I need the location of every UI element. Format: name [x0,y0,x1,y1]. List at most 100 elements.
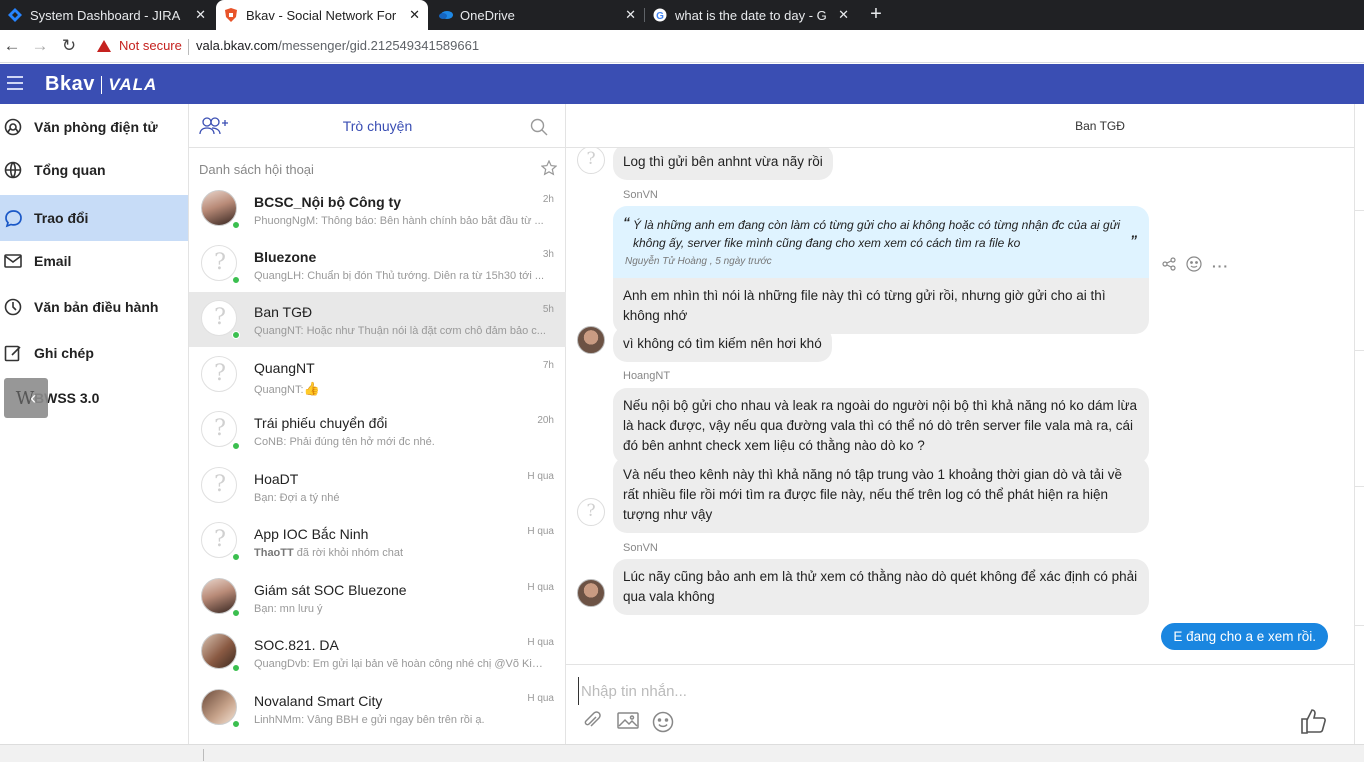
tab-title: Bkav - Social Network For [246,7,397,23]
conversation-item[interactable]: ? QuangNT 7h QuangNT:👍 [189,348,566,403]
bkav-shield-icon [224,8,238,22]
nav-label: Trao đổi [34,210,89,226]
more-icon[interactable]: ··· [1212,258,1229,274]
security-indicator[interactable]: Not secure [97,38,182,53]
conversation-preview: CoNB: Phải đúng tên hở mới đc nhé. [254,436,435,448]
emoji-react-icon[interactable] [1186,256,1202,275]
conversation-item[interactable]: ? HoaDT H qua Bạn: Đợi a tý nhé [189,459,566,514]
note-icon [3,343,23,363]
message-composer [566,664,1354,744]
collapse-sidebar-button[interactable]: W ‹ [4,378,48,418]
mail-icon [3,251,23,271]
conversation-preview: Bạn: mn lưu ý [254,603,323,615]
conversation-time: H qua [527,526,554,537]
share-icon[interactable] [1162,257,1176,274]
reload-icon[interactable]: ↻ [58,35,80,57]
conversation-item[interactable]: ? App IOC Bắc Ninh H qua ThaoTT đã rời k… [189,514,566,569]
browser-tabbar: System Dashboard - JIRA ✕ Bkav - Social … [0,0,1364,30]
conversation-time: 5h [542,304,554,315]
jira-icon [8,8,22,22]
tab-jira[interactable]: System Dashboard - JIRA ✕ [0,0,214,30]
sender-avatar [577,326,605,354]
online-dot [232,276,240,284]
conversation-item[interactable]: Giám sát SOC Bluezone H qua Bạn: mn lưu … [189,570,566,625]
logo-sub: VALA [108,74,158,94]
quote-close-icon: ” [1130,232,1137,248]
conversation-item[interactable]: ? Bluezone 3h QuangLH: Chuẩn bị đón Thủ … [189,237,566,292]
nav-item-ghi-chep[interactable]: Ghi chép [0,330,188,376]
url-divider [188,39,189,55]
conversation-item[interactable]: Novaland Smart City H qua LinhNMm: Vâng … [189,681,566,736]
status-bar [0,744,1364,762]
conversation-name: Novaland Smart City [254,693,383,709]
conversation-name: HoaDT [254,471,299,487]
close-icon[interactable]: ✕ [195,7,206,23]
conversation-item[interactable]: SOC.821. DA H qua QuangDvb: Em gửi lại b… [189,625,566,680]
nav-label: Tổng quan [34,162,106,178]
conversation-name: QuangNT [254,360,315,376]
quoted-message[interactable]: “ Ý là những anh em đang còn làm có từng… [613,206,1149,278]
star-icon[interactable] [540,159,558,181]
app-header: Bkav VALA [0,64,1364,104]
conversation-preview: QuangNT:👍 [254,381,546,397]
new-tab-button[interactable]: + [866,0,886,30]
conversation-item[interactable]: BCSC_Nội bộ Công ty 2h PhuongNgM: Thông … [189,182,566,237]
conversation-name: Bluezone [254,249,317,265]
conversation-name: Trái phiếu chuyển đổi [254,415,388,431]
nav-label: Văn phòng điện tử [34,119,158,135]
tab-onedrive[interactable]: OneDrive ✕ [430,0,644,30]
url-field[interactable]: vala.bkav.com/messenger/gid.212549341589… [196,38,479,53]
document-icon [3,297,23,317]
message-actions: ··· [1162,256,1229,275]
avatar [201,689,237,725]
conversation-name: App IOC Bắc Ninh [254,526,369,542]
nav-item-van-phong[interactable]: Văn phòng điện tử [0,104,188,150]
nav-item-trao-doi[interactable]: Trao đổi [0,195,188,241]
conversation-name: Ban TGĐ [254,304,313,320]
nav-label: Văn bản điều hành [34,299,159,315]
conversation-item-selected[interactable]: ? Ban TGĐ 5h QuangNT: Hoặc như Thuận nói… [189,292,566,347]
close-icon[interactable]: ✕ [625,7,636,23]
image-icon[interactable] [617,711,639,733]
online-dot [232,720,240,728]
tab-bkav[interactable]: Bkav - Social Network For ✕ [216,0,428,30]
conversation-item[interactable]: ? Trái phiếu chuyển đổi 20h CoNB: Phải đ… [189,403,566,458]
nav-item-tong-quan[interactable]: Tổng quan [0,147,188,193]
thumbs-up-icon: 👍 [303,381,320,396]
online-dot [232,609,240,617]
nav-item-email[interactable]: Email [0,238,188,284]
app-logo[interactable]: Bkav VALA [45,73,157,96]
message-sender: SonVN [623,542,658,554]
sender-avatar: ? [577,148,605,174]
avatar: ? [201,522,237,558]
address-bar: ← → ↻ Not secure vala.bkav.com/messenger… [0,30,1364,63]
chat-header: Ban TGĐ [566,104,1354,148]
back-arrow-icon[interactable]: ← [1,35,23,57]
google-icon: G [653,8,667,22]
chevron-left-icon: ‹ [30,387,37,408]
message-bubble: Và nếu theo kênh này thì khả năng nó tập… [613,457,1149,533]
close-icon[interactable]: ✕ [409,7,420,23]
security-label: Not secure [119,38,182,53]
conversation-time: H qua [527,582,554,593]
close-icon[interactable]: ✕ [838,7,849,23]
nav-label: Email [34,253,72,269]
forward-arrow-icon[interactable]: → [29,35,51,57]
tab-google[interactable]: G what is the date to day - G ✕ [645,0,857,30]
message-input[interactable] [578,677,1178,705]
nav-item-van-ban[interactable]: Văn bản điều hành [0,284,188,330]
hamburger-menu-icon[interactable] [7,76,23,90]
avatar [201,190,237,226]
message-bubble: Nếu nội bộ gửi cho nhau và leak ra ngoài… [613,388,1149,464]
conversation-header: Trò chuyện [189,104,566,148]
online-dot [232,664,240,672]
list-label: Danh sách hội thoại [199,162,314,177]
attachment-icon[interactable] [582,711,604,733]
search-icon[interactable] [530,118,548,141]
conversation-preview: QuangDvb: Em gửi lại bản vẽ hoàn công nh… [254,658,546,670]
conversation-time: H qua [527,471,554,482]
chat-title: Ban TGĐ [1075,119,1125,133]
like-button[interactable] [1300,707,1330,737]
tab-title: System Dashboard - JIRA [30,7,181,23]
emoji-icon[interactable] [652,711,674,733]
